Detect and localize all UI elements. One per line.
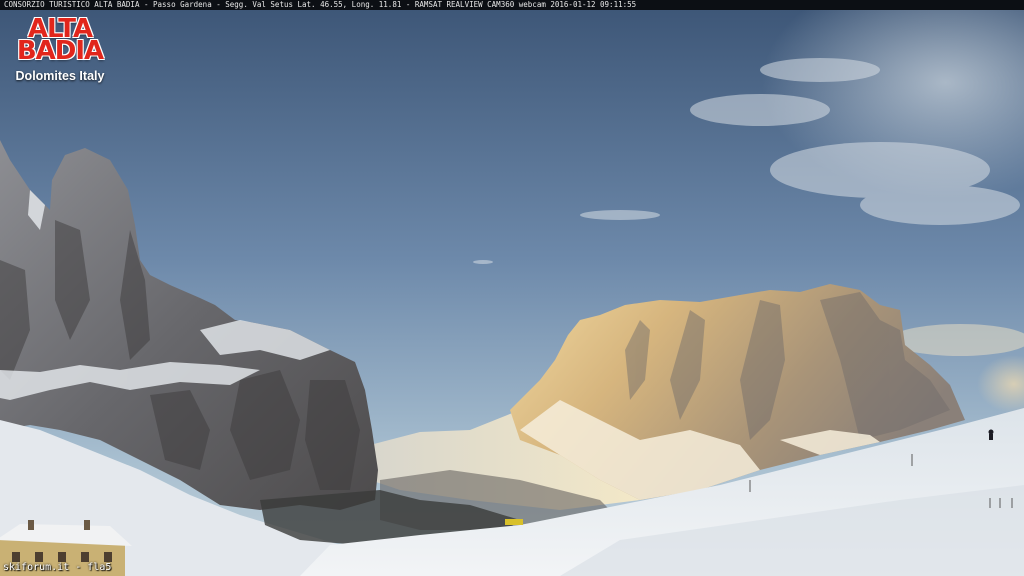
webcam-caption: CONSORZIO TURISTICO ALTA BADIA - Passo G… [4, 0, 637, 9]
webcam-frame: CONSORZIO TURISTICO ALTA BADIA - Passo G… [0, 0, 1024, 576]
watermark: skiforum.it - fla5 [3, 562, 112, 573]
skier-figure [988, 429, 994, 435]
webcam-photo [0, 0, 1024, 576]
skier-body [989, 434, 993, 440]
webcam-caption-bar: CONSORZIO TURISTICO ALTA BADIA - Passo G… [0, 0, 1024, 10]
logo-subtitle: Dolomites Italy [15, 69, 105, 83]
alta-badia-logo: ALTA BADIA Dolomites Italy [12, 16, 108, 83]
yellow-hut [505, 519, 523, 525]
logo-line-2: BADIA [16, 36, 104, 66]
